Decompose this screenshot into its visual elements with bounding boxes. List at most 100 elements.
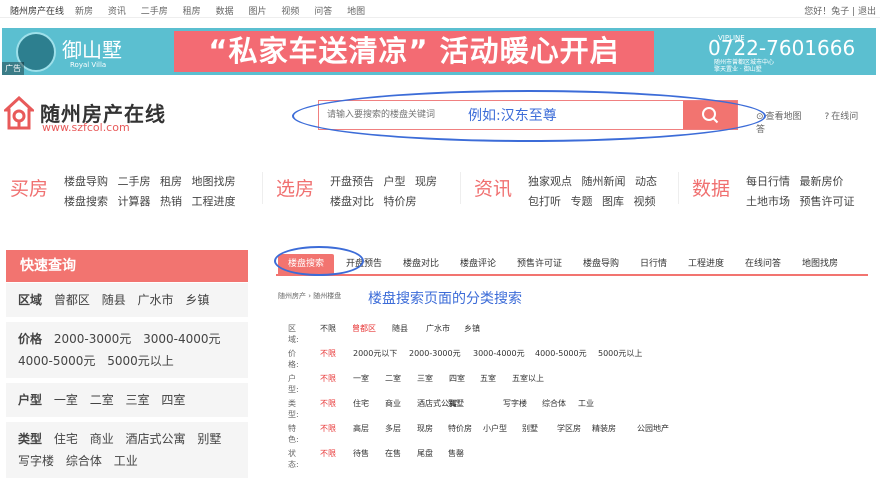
category-link[interactable]: 计算器 — [118, 195, 151, 208]
site-logo[interactable]: 随州房产在线 www.szfcol.com — [4, 96, 174, 136]
tab-compare[interactable]: 楼盘对比 — [403, 256, 439, 276]
sidebar-option[interactable]: 2000-3000元 — [54, 332, 131, 346]
tab-online-qa[interactable]: 在线问答 — [745, 256, 781, 276]
logout-link[interactable]: 退出 — [858, 7, 876, 17]
filter-option[interactable]: 4000-5000元 — [535, 348, 587, 359]
filter-option[interactable]: 三室 — [417, 373, 433, 384]
sidebar-option[interactable]: 4000-5000元 — [18, 354, 95, 368]
category-link[interactable]: 预售许可证 — [800, 195, 855, 208]
category-link[interactable]: 楼盘对比 — [330, 195, 374, 208]
category-link[interactable]: 二手房 — [118, 175, 151, 188]
sidebar-option[interactable]: 三室 — [126, 393, 150, 407]
category-link[interactable]: 楼盘导购 — [64, 175, 108, 188]
category-link[interactable]: 视频 — [634, 195, 656, 208]
filter-option[interactable]: 高层 — [353, 423, 369, 434]
filter-option[interactable]: 广水市 — [426, 323, 450, 334]
filter-option[interactable]: 在售 — [385, 448, 401, 459]
filter-option[interactable]: 曾都区 — [352, 323, 376, 334]
category-link[interactable]: 户型 — [384, 175, 406, 188]
filter-option[interactable]: 售罄 — [448, 448, 464, 459]
top-nav-item[interactable]: 新房 — [75, 7, 93, 17]
tab-progress[interactable]: 工程进度 — [688, 256, 724, 276]
category-link[interactable]: 特价房 — [384, 195, 417, 208]
top-nav-item[interactable]: 图片 — [248, 7, 266, 17]
category-link[interactable]: 工程进度 — [192, 195, 236, 208]
sidebar-option[interactable]: 广水市 — [138, 293, 174, 307]
sidebar-option[interactable]: 写字楼 — [18, 454, 54, 468]
sidebar-option[interactable]: 曾都区 — [54, 293, 90, 307]
tab-reviews[interactable]: 楼盘评论 — [460, 256, 496, 276]
category-link[interactable]: 最新房价 — [800, 175, 844, 188]
tab-presale-permit[interactable]: 预售许可证 — [517, 256, 562, 276]
filter-option[interactable]: 不限 — [320, 323, 336, 334]
sidebar-option[interactable]: 乡镇 — [185, 293, 209, 307]
view-map-link[interactable]: ⊙ 查看地图 — [756, 112, 812, 122]
sidebar-option[interactable]: 综合体 — [66, 454, 102, 468]
filter-option[interactable]: 随县 — [392, 323, 408, 334]
filter-option[interactable]: 五室以上 — [512, 373, 544, 384]
filter-option[interactable]: 商业 — [385, 398, 401, 409]
category-title[interactable]: 资讯 — [474, 174, 512, 201]
sidebar-option[interactable]: 二室 — [90, 393, 114, 407]
tab-daily-market[interactable]: 日行情 — [640, 256, 667, 276]
filter-option[interactable]: 不限 — [320, 448, 336, 459]
category-link[interactable]: 随州新闻 — [582, 175, 626, 188]
filter-option[interactable]: 多层 — [385, 423, 401, 434]
filter-option[interactable]: 5000元以上 — [598, 348, 642, 359]
sidebar-option[interactable]: 一室 — [54, 393, 78, 407]
filter-option[interactable]: 四室 — [449, 373, 465, 384]
category-title[interactable]: 数据 — [692, 174, 730, 201]
category-link[interactable]: 热销 — [160, 195, 182, 208]
filter-option[interactable]: 学区房 — [557, 423, 581, 434]
sidebar-option[interactable]: 工业 — [114, 454, 138, 468]
category-link[interactable]: 包打听 — [528, 195, 561, 208]
top-nav-item[interactable]: 二手房 — [141, 7, 168, 17]
filter-option[interactable]: 不限 — [320, 423, 336, 434]
category-link[interactable]: 图库 — [602, 195, 624, 208]
sidebar-option[interactable]: 商业 — [90, 432, 114, 446]
top-nav-item[interactable]: 数据 — [216, 7, 234, 17]
tab-map-search[interactable]: 地图找房 — [802, 256, 838, 276]
top-nav-item[interactable]: 资讯 — [108, 7, 126, 17]
category-link[interactable]: 楼盘搜索 — [64, 195, 108, 208]
filter-option[interactable]: 小户型 — [483, 423, 507, 434]
category-link[interactable]: 动态 — [635, 175, 657, 188]
filter-option[interactable]: 公园地产 — [637, 423, 669, 434]
filter-option[interactable]: 乡镇 — [464, 323, 480, 334]
category-link[interactable]: 独家观点 — [528, 175, 572, 188]
filter-option[interactable]: 不限 — [320, 398, 336, 409]
filter-option[interactable]: 2000-3000元 — [409, 348, 461, 359]
filter-option[interactable]: 二室 — [385, 373, 401, 384]
top-nav-item[interactable]: 视频 — [281, 7, 299, 17]
filter-option[interactable]: 一室 — [353, 373, 369, 384]
filter-option[interactable]: 综合体 — [542, 398, 566, 409]
sidebar-option[interactable]: 随县 — [102, 293, 126, 307]
sidebar-option[interactable]: 3000-4000元 — [143, 332, 220, 346]
filter-option[interactable]: 3000-4000元 — [473, 348, 525, 359]
ad-banner[interactable]: 御山墅 Royal Villa “私家车送清凉” 活动暖心开启 VIPLINE … — [2, 28, 876, 75]
top-brand-link[interactable]: 随州房产在线 — [10, 4, 64, 17]
category-link[interactable]: 地图找房 — [192, 175, 236, 188]
filter-option[interactable]: 特价房 — [448, 423, 472, 434]
top-nav-item[interactable]: 问答 — [314, 7, 332, 17]
filter-option[interactable]: 别墅 — [522, 423, 538, 434]
filter-option[interactable]: 2000元以下 — [353, 348, 397, 359]
tab-guide[interactable]: 楼盘导购 — [583, 256, 619, 276]
filter-option[interactable]: 住宅 — [353, 398, 369, 409]
filter-option[interactable]: 待售 — [353, 448, 369, 459]
category-link[interactable]: 开盘预告 — [330, 175, 374, 188]
category-link[interactable]: 每日行情 — [746, 175, 790, 188]
filter-option[interactable]: 精装房 — [592, 423, 616, 434]
sidebar-option[interactable]: 住宅 — [54, 432, 78, 446]
filter-option[interactable]: 不限 — [320, 373, 336, 384]
filter-option[interactable]: 别墅 — [448, 398, 464, 409]
category-link[interactable]: 现房 — [415, 175, 437, 188]
top-nav-item[interactable]: 租房 — [183, 7, 201, 17]
sidebar-option[interactable]: 酒店式公寓 — [126, 432, 186, 446]
user-greeting[interactable]: 您好！兔子 — [804, 7, 849, 17]
filter-option[interactable]: 尾盘 — [417, 448, 433, 459]
filter-option[interactable]: 不限 — [320, 348, 336, 359]
category-link[interactable]: 专题 — [571, 195, 593, 208]
category-link[interactable]: 租房 — [160, 175, 182, 188]
filter-option[interactable]: 五室 — [480, 373, 496, 384]
